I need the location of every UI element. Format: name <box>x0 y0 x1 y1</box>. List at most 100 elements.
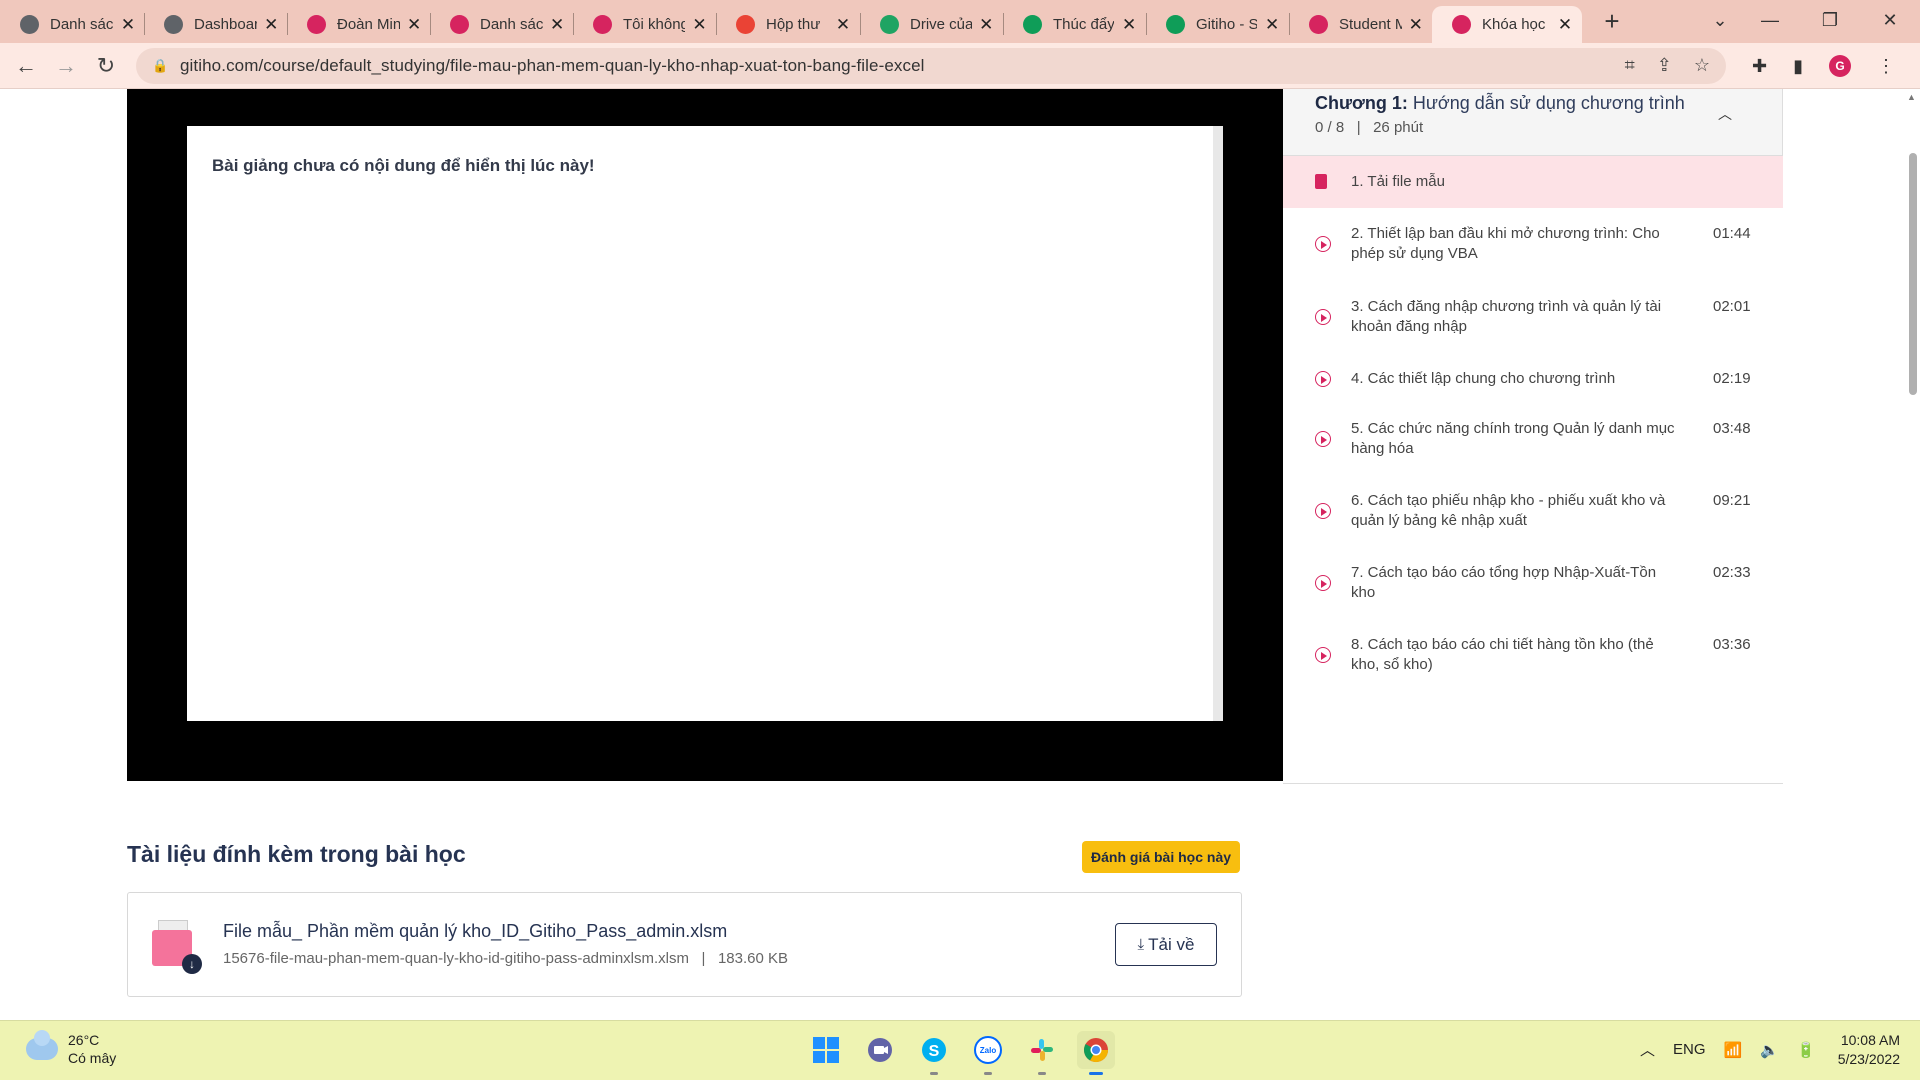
back-button[interactable]: ← <box>10 50 42 82</box>
tab-close-icon[interactable]: ✕ <box>691 15 708 35</box>
play-circle-icon <box>1315 647 1331 663</box>
chapter-header[interactable]: Chương 1: Hướng dẫn sử dụng chương trình… <box>1283 89 1783 156</box>
browser-tab[interactable]: Gitiho - S ✕ <box>1146 6 1289 43</box>
cloud-icon <box>26 1030 58 1060</box>
lesson-title: 3. Cách đăng nhập chương trình và quản l… <box>1351 298 1662 335</box>
volume-icon[interactable]: 🔈 <box>1760 1041 1779 1059</box>
lesson-title: 7. Cách tạo báo cáo tổng hợp Nhập-Xuất-T… <box>1351 564 1657 601</box>
clock[interactable]: 10:08 AM 5/23/2022 <box>1828 1031 1900 1069</box>
play-circle-icon <box>1315 575 1331 591</box>
lesson-duration: 01:44 <box>1713 225 1751 242</box>
profile-avatar[interactable]: G <box>1829 55 1851 77</box>
browser-tab[interactable]: Student M ✕ <box>1289 6 1432 43</box>
attachment-file-name: File mẫu_ Phần mềm quản lý kho_ID_Gitiho… <box>223 921 728 941</box>
teams-chat-icon[interactable] <box>861 1031 899 1069</box>
attachment-file-meta: 15676-file-mau-phan-mem-quan-ly-kho-id-g… <box>223 950 788 967</box>
translate-icon[interactable]: ⌗ <box>1625 55 1635 76</box>
address-bar[interactable]: 🔒 gitiho.com/course/default_studying/fil… <box>136 48 1726 84</box>
download-button[interactable]: ⤓ Tải về <box>1115 923 1217 966</box>
browser-tab[interactable]: Danh sách ✕ <box>0 6 144 43</box>
lesson-item[interactable]: 1. Tải file mẫu <box>1283 156 1783 208</box>
rate-lesson-button[interactable]: Đánh giá bài học này <box>1082 841 1241 873</box>
start-windows-icon[interactable] <box>807 1031 845 1069</box>
globe-icon <box>20 15 39 34</box>
play-circle-icon <box>1315 236 1331 252</box>
tab-close-icon[interactable]: ✕ <box>120 15 136 35</box>
tab-close-icon[interactable]: ✕ <box>1120 15 1138 35</box>
page-scrollbar-thumb[interactable] <box>1909 153 1917 395</box>
restore-button[interactable]: ❐ <box>1800 0 1860 40</box>
browser-tab[interactable]: Khóa học ✕ <box>1432 6 1582 43</box>
globe-icon <box>164 15 183 34</box>
tab-close-icon[interactable]: ✕ <box>549 15 565 35</box>
battery-icon[interactable]: 🔋 <box>1797 1041 1816 1059</box>
lesson-title: 2. Thiết lập ban đầu khi mở chương trình… <box>1351 225 1660 262</box>
reload-button[interactable]: ↻ <box>90 50 122 82</box>
sheets-icon <box>1023 15 1042 34</box>
wifi-icon[interactable]: 📶 <box>1724 1041 1743 1059</box>
tab-close-icon[interactable]: ✕ <box>1408 15 1424 35</box>
chrome-icon[interactable] <box>1077 1031 1115 1075</box>
drive-icon <box>880 15 899 34</box>
tab-separator <box>1003 13 1004 35</box>
browser-tab[interactable]: Drive của ✕ <box>860 6 1003 43</box>
show-hidden-icons-chevron-icon[interactable]: ︿ <box>1640 1039 1655 1060</box>
url-text[interactable]: gitiho.com/course/default_studying/file-… <box>180 56 925 76</box>
chapter-title: Chương 1: Hướng dẫn sử dụng chương trình <box>1315 93 1685 113</box>
close-window-button[interactable]: ✕ <box>1860 0 1920 40</box>
lesson-title: 6. Cách tạo phiếu nhập kho - phiếu xuất … <box>1351 492 1666 529</box>
extensions-puzzle-icon[interactable]: ✚ <box>1752 56 1767 77</box>
tab-title: Danh sách <box>480 16 544 33</box>
tab-close-icon[interactable]: ✕ <box>834 15 852 35</box>
browser-tab[interactable]: Hộp thư ✕ <box>716 6 860 43</box>
bookmark-star-icon[interactable]: ☆ <box>1694 55 1710 76</box>
tab-close-icon[interactable]: ✕ <box>1263 15 1281 35</box>
attachment-file-card: ↓ File mẫu_ Phần mềm quản lý kho_ID_Giti… <box>127 892 1242 997</box>
document-icon <box>1315 174 1327 189</box>
forward-button[interactable]: → <box>50 50 82 82</box>
tab-separator <box>573 13 574 35</box>
tab-title: Drive của <box>910 16 972 33</box>
lesson-item[interactable]: 7. Cách tạo báo cáo tổng hợp Nhập-Xuất-T… <box>1283 547 1783 619</box>
tab-separator <box>144 13 145 35</box>
language-indicator[interactable]: ENG <box>1673 1041 1706 1058</box>
lesson-title: 8. Cách tạo báo cáo chi tiết hàng tồn kh… <box>1351 636 1654 673</box>
tab-close-icon[interactable]: ✕ <box>1556 15 1574 35</box>
lesson-item[interactable]: 5. Các chức năng chính trong Quản lý dan… <box>1283 403 1783 475</box>
weather-condition: Có mây <box>68 1050 117 1066</box>
minimize-button[interactable]: — <box>1740 0 1800 40</box>
side-panel-icon[interactable]: ▮ <box>1793 56 1803 77</box>
tab-separator <box>287 13 288 35</box>
browser-tab[interactable]: Thúc đẩy ✕ <box>1003 6 1146 43</box>
tab-close-icon[interactable]: ✕ <box>263 15 279 35</box>
lesson-title: 1. Tải file mẫu <box>1351 173 1445 190</box>
scroll-up-arrow-icon[interactable]: ▲ <box>1907 92 1916 102</box>
share-icon[interactable]: ⇪ <box>1657 55 1672 76</box>
lesson-content-frame: Bài giảng chưa có nội dung để hiển thị l… <box>187 126 1223 721</box>
weather-widget[interactable]: 26°C Có mây <box>26 1030 117 1067</box>
download-icon: ⤓ <box>1137 936 1145 953</box>
browser-tab[interactable]: Đoàn Minh ✕ <box>287 6 430 43</box>
zalo-icon[interactable]: Zalo <box>969 1031 1007 1075</box>
play-circle-icon <box>1315 431 1331 447</box>
browser-toolbar: ← → ↻ 🔒 gitiho.com/course/default_studyi… <box>0 43 1920 89</box>
lesson-item[interactable]: 6. Cách tạo phiếu nhập kho - phiếu xuất … <box>1283 475 1783 547</box>
browser-tab[interactable]: Danh sách ✕ <box>430 6 573 43</box>
weather-temp: 26°C <box>68 1032 100 1048</box>
lesson-item[interactable]: 3. Cách đăng nhập chương trình và quản l… <box>1283 281 1783 353</box>
menu-kebab-icon[interactable]: ⋮ <box>1877 56 1895 77</box>
lesson-item[interactable]: 4. Các thiết lập chung cho chương trình 0… <box>1283 353 1783 403</box>
tab-close-icon[interactable]: ✕ <box>978 15 995 35</box>
lesson-item[interactable]: 2. Thiết lập ban đầu khi mở chương trình… <box>1283 208 1783 280</box>
browser-tab[interactable]: Dashboard ✕ <box>144 6 287 43</box>
tab-title: Khóa học <box>1482 16 1546 33</box>
gitiho-icon <box>450 15 469 34</box>
slack-icon[interactable] <box>1023 1031 1061 1075</box>
new-tab-button[interactable]: + <box>1596 6 1628 38</box>
tab-close-icon[interactable]: ✕ <box>406 15 422 35</box>
browser-tab[interactable]: Tôi không ✕ <box>573 6 716 43</box>
lesson-item[interactable]: 8. Cách tạo báo cáo chi tiết hàng tồn kh… <box>1283 619 1783 691</box>
gitiho-icon <box>1309 15 1328 34</box>
skype-icon[interactable]: S <box>915 1031 953 1075</box>
chevron-up-icon[interactable]: ︿ <box>1718 104 1732 124</box>
